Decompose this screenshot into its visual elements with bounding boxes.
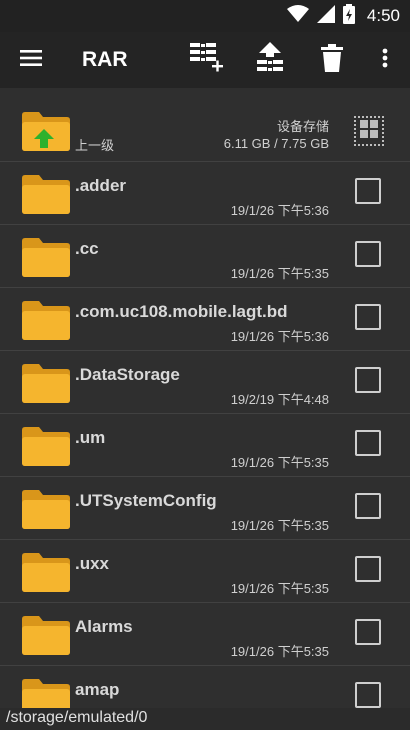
folder-icon bbox=[22, 426, 70, 466]
select-checkbox[interactable] bbox=[355, 241, 381, 267]
list-item[interactable]: .adder 19/1/26 下午5:36 bbox=[0, 162, 410, 225]
list-item[interactable]: .um 19/1/26 下午5:35 bbox=[0, 414, 410, 477]
parent-directory-row[interactable]: 上一级 设备存储 6.11 GB / 7.75 GB bbox=[0, 93, 410, 162]
storage-label: 设备存储 bbox=[276, 120, 329, 135]
select-checkbox[interactable] bbox=[355, 682, 381, 708]
file-date: 19/1/26 下午5:35 bbox=[230, 644, 329, 659]
add-to-archive-button[interactable] bbox=[184, 32, 228, 88]
file-date: 19/2/19 下午4:48 bbox=[230, 392, 329, 407]
more-vert-icon bbox=[382, 48, 388, 72]
delete-icon bbox=[321, 44, 343, 76]
file-date: 19/1/26 下午5:36 bbox=[230, 203, 329, 218]
file-name: .DataStorage bbox=[75, 365, 180, 384]
file-name: .cc bbox=[75, 239, 99, 258]
list-item[interactable]: .com.uc108.mobile.lagt.bd 19/1/26 下午5:36 bbox=[0, 288, 410, 351]
file-name: .UTSystemConfig bbox=[75, 491, 217, 510]
status-bar: 4:50 bbox=[0, 0, 410, 32]
list-item[interactable]: .UTSystemConfig 19/1/26 下午5:35 bbox=[0, 477, 410, 540]
menu-button[interactable] bbox=[10, 32, 54, 88]
app-bar: RAR bbox=[0, 32, 410, 88]
list-item[interactable]: .cc 19/1/26 下午5:35 bbox=[0, 225, 410, 288]
select-checkbox[interactable] bbox=[355, 619, 381, 645]
file-date: 19/1/26 下午5:35 bbox=[230, 518, 329, 533]
folder-icon bbox=[22, 363, 70, 403]
grid-icon bbox=[360, 120, 378, 142]
parent-directory-label: 上一级 bbox=[75, 139, 115, 154]
list-item[interactable]: .DataStorage 19/2/19 下午4:48 bbox=[0, 351, 410, 414]
file-date: 19/1/26 下午5:35 bbox=[230, 581, 329, 596]
folder-icon bbox=[22, 174, 70, 214]
select-checkbox[interactable] bbox=[355, 556, 381, 582]
delete-button[interactable] bbox=[312, 32, 352, 88]
select-checkbox[interactable] bbox=[355, 430, 381, 456]
extract-icon bbox=[255, 41, 285, 79]
file-name: .uxx bbox=[75, 554, 110, 573]
select-checkbox[interactable] bbox=[355, 367, 381, 393]
file-name: .com.uc108.mobile.lagt.bd bbox=[75, 302, 288, 321]
select-checkbox[interactable] bbox=[355, 304, 381, 330]
list-item[interactable]: Alarms 19/1/26 下午5:35 bbox=[0, 603, 410, 666]
select-checkbox[interactable] bbox=[355, 178, 381, 204]
extract-button[interactable] bbox=[248, 32, 292, 88]
file-date: 19/1/26 下午5:35 bbox=[230, 455, 329, 470]
select-all-button[interactable] bbox=[354, 116, 384, 146]
folder-icon bbox=[22, 552, 70, 592]
folder-icon bbox=[22, 615, 70, 655]
status-icons: 4:50 bbox=[286, 4, 400, 28]
file-date: 19/1/26 下午5:36 bbox=[230, 329, 329, 344]
file-name: amap bbox=[75, 680, 120, 699]
list-item[interactable]: .uxx 19/1/26 下午5:35 bbox=[0, 540, 410, 603]
file-name: Alarms bbox=[75, 617, 133, 636]
battery-charging-icon bbox=[342, 4, 355, 28]
file-date: 19/1/26 下午5:35 bbox=[230, 266, 329, 281]
select-checkbox[interactable] bbox=[355, 493, 381, 519]
add-to-archive-icon bbox=[186, 41, 226, 79]
folder-icon bbox=[22, 237, 70, 277]
status-time: 4:50 bbox=[366, 6, 400, 25]
current-path: /storage/emulated/0 bbox=[6, 709, 148, 726]
app-title: RAR bbox=[82, 48, 128, 71]
file-name: .adder bbox=[75, 176, 127, 195]
folder-icon bbox=[22, 489, 70, 529]
file-name: .um bbox=[75, 428, 106, 447]
menu-icon bbox=[20, 49, 44, 71]
wifi-icon bbox=[286, 5, 309, 27]
storage-usage: 6.11 GB / 7.75 GB bbox=[223, 136, 329, 151]
more-options-button[interactable] bbox=[370, 32, 400, 88]
folder-icon bbox=[22, 300, 70, 340]
folder-up-icon bbox=[22, 111, 70, 151]
path-bar: /storage/emulated/0 bbox=[0, 708, 410, 730]
signal-icon bbox=[316, 5, 335, 27]
